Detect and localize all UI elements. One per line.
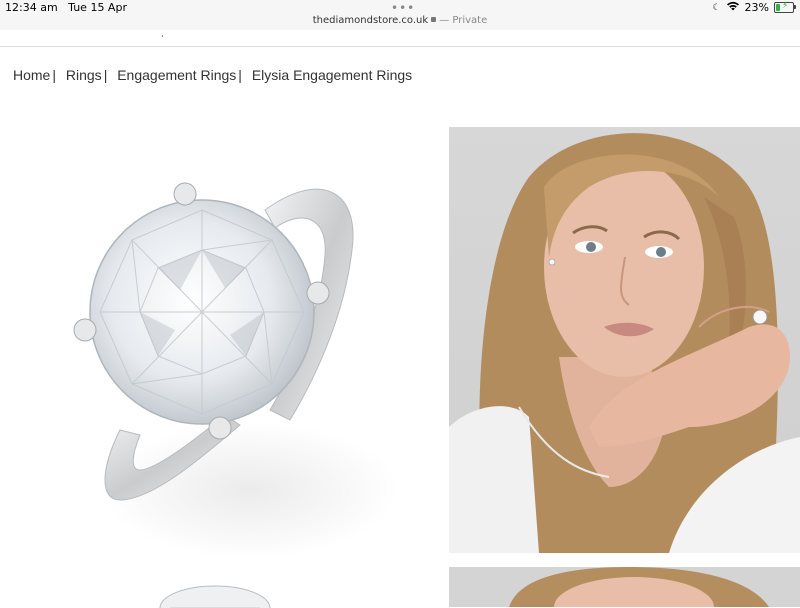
status-time-date: 12:34 am Tue 15 Apr bbox=[5, 1, 127, 14]
battery-icon: ⚡ bbox=[774, 1, 796, 13]
product-thumbnail-model[interactable] bbox=[449, 567, 800, 607]
breadcrumb-elysia-engagement-rings[interactable]: Elysia Engagement Rings bbox=[252, 67, 412, 83]
do-not-disturb-icon: ☾ bbox=[712, 2, 721, 13]
product-image-ring[interactable] bbox=[60, 170, 380, 530]
model-illustration bbox=[449, 133, 800, 553]
model-thumbnail-illustration bbox=[509, 567, 769, 607]
address-bar[interactable]: thediamondstore.co.uk — Private bbox=[0, 15, 800, 26]
wifi-icon bbox=[726, 1, 740, 14]
address-domain: thediamondstore.co.uk bbox=[312, 15, 429, 26]
product-thumbnail-ring[interactable] bbox=[150, 578, 280, 608]
site-header: ، bbox=[0, 30, 800, 47]
breadcrumb-home[interactable]: Home bbox=[13, 67, 50, 83]
status-bar: 12:34 am Tue 15 Apr ••• thediamondstore.… bbox=[0, 0, 800, 30]
private-label: — Private bbox=[439, 15, 488, 26]
breadcrumb-separator: | bbox=[52, 67, 56, 83]
breadcrumb-rings[interactable]: Rings bbox=[66, 67, 102, 83]
product-image-model[interactable] bbox=[449, 127, 800, 553]
breadcrumb-engagement-rings[interactable]: Engagement Rings bbox=[117, 67, 236, 83]
status-time: 12:34 am bbox=[5, 1, 58, 14]
breadcrumb-separator: | bbox=[103, 67, 108, 83]
multitasking-dots-icon[interactable]: ••• bbox=[391, 1, 415, 15]
breadcrumb-separator: | bbox=[238, 67, 242, 83]
header-peek: ، bbox=[161, 30, 164, 39]
status-date: Tue 15 Apr bbox=[68, 1, 127, 14]
battery-percent: 23% bbox=[744, 1, 769, 14]
lock-icon bbox=[431, 17, 437, 22]
breadcrumb: Home | Rings | Engagement Rings | Elysia En… bbox=[13, 67, 412, 83]
status-indicators: ☾ 23% ⚡ bbox=[712, 1, 796, 14]
